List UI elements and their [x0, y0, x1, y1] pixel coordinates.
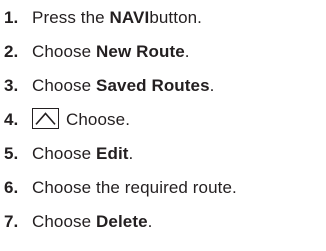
step-text: Choose [32, 212, 97, 231]
step-number: 6. [4, 178, 19, 197]
step-6: 6. Choose the required route. [0, 173, 237, 203]
step-text: Choose [32, 144, 97, 163]
step-text: Choose. [66, 110, 131, 129]
step-3: 3. Choose Saved Routes. [0, 71, 215, 101]
step-5: 5. Choose Edit. [0, 139, 133, 169]
step-7: 7. Choose Delete. [0, 207, 152, 237]
menu-item-name: Edit [96, 144, 129, 163]
step-2: 2. Choose New Route. [0, 37, 190, 67]
menu-item-name: New Route [96, 42, 185, 61]
step-4: 4. Choose. [0, 105, 130, 135]
step-text-end: . [147, 212, 153, 231]
step-number: 4. [4, 110, 19, 129]
button-name: NAVI [109, 8, 150, 27]
menu-item-name: Saved Routes [96, 76, 210, 95]
step-text: Choose [32, 76, 97, 95]
step-text: Choose [32, 42, 97, 61]
step-number: 2. [4, 42, 19, 61]
step-number: 3. [4, 76, 19, 95]
step-number: 7. [4, 212, 19, 231]
step-text: Choose the required route. [32, 178, 237, 197]
step-1: 1. Press the NAVI button. [0, 3, 202, 33]
step-text: Press the [32, 8, 110, 27]
step-text-end: . [128, 144, 134, 163]
step-text-end: . [209, 76, 215, 95]
menu-item-name: Delete [96, 212, 148, 231]
chevron-up-icon [32, 107, 59, 129]
step-number: 1. [4, 8, 19, 27]
step-text-end: button. [149, 8, 203, 27]
step-text-end: . [184, 42, 190, 61]
step-number: 5. [4, 144, 19, 163]
